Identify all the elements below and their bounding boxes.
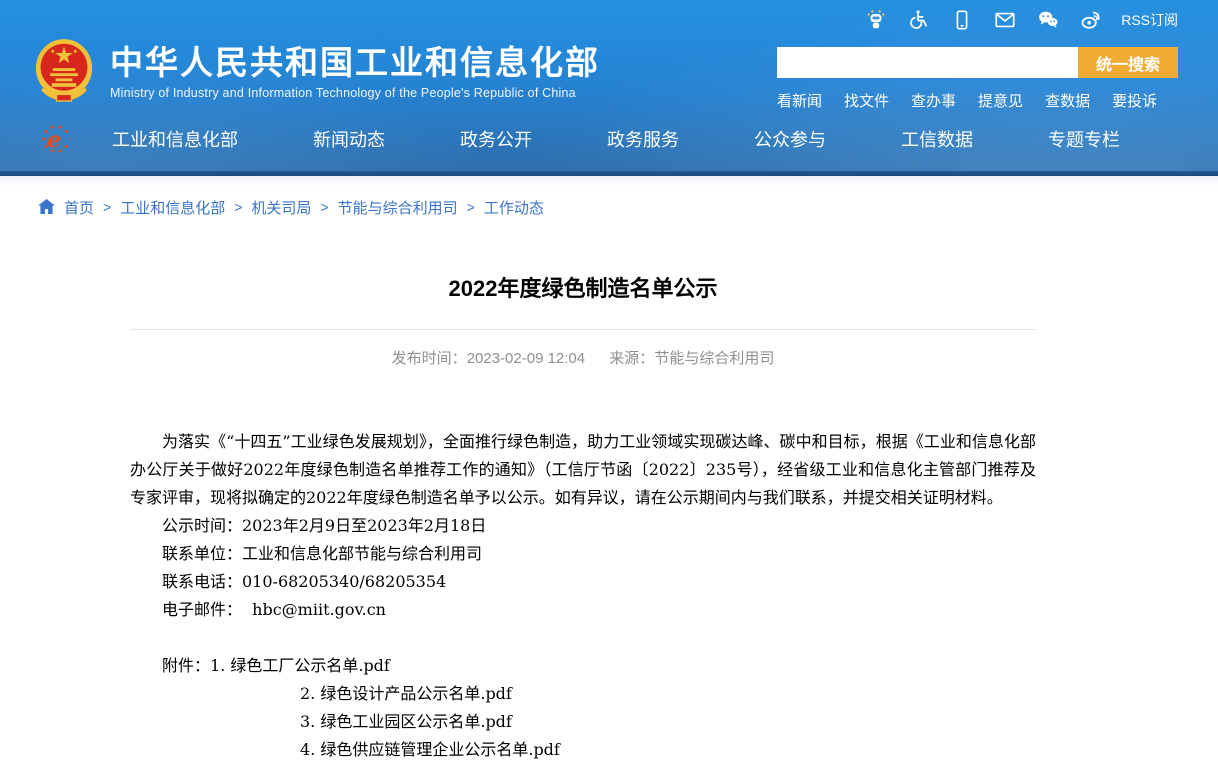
attachment-link-2[interactable]: 2. 绿色设计产品公示名单.pdf: [130, 680, 1036, 708]
nav-item-gov-services[interactable]: 政务服务: [607, 126, 679, 152]
page: RSS订阅: [0, 0, 1218, 764]
accessibility-icon[interactable]: [908, 9, 930, 31]
robot-assistant-icon[interactable]: [865, 9, 887, 31]
nav-item-gov-affairs[interactable]: 政务公开: [460, 126, 532, 152]
quick-link-services[interactable]: 查办事: [911, 90, 956, 111]
main-nav: e 工业和信息化部 新闻动态 政务公开 政务服务 公众参与 工信数据 专题专栏: [34, 113, 1178, 165]
attachment-link-1[interactable]: 附件：1. 绿色工厂公示名单.pdf: [130, 652, 1036, 680]
page-title: 2022年度绿色制造名单公示: [130, 271, 1036, 303]
quick-links: 看新闻 找文件 查办事 提意见 查数据 要投诉: [777, 90, 1178, 111]
nav-item-news[interactable]: 新闻动态: [313, 126, 385, 152]
breadcrumb-separator: >: [467, 199, 475, 215]
article-meta: 发布时间：2023-02-09 12:04 来源：节能与综合利用司: [130, 347, 1036, 368]
mail-icon[interactable]: [994, 9, 1016, 31]
breadcrumb-separator: >: [320, 199, 328, 215]
quick-link-suggestions[interactable]: 提意见: [978, 90, 1023, 111]
topbar: RSS订阅: [34, 0, 1178, 31]
nav-item-special-topics[interactable]: 专题专栏: [1048, 126, 1120, 152]
search-area: 统一搜索 看新闻 找文件 查办事 提意见 查数据 要投诉: [777, 33, 1178, 111]
site-title: 中华人民共和国工业和信息化部: [110, 44, 600, 82]
wechat-icon[interactable]: [1037, 9, 1059, 31]
quick-link-documents[interactable]: 找文件: [844, 90, 889, 111]
national-emblem-icon: [34, 37, 94, 108]
attachment-link-3[interactable]: 3. 绿色工业园区公示名单.pdf: [130, 708, 1036, 736]
article: 2022年度绿色制造名单公示 发布时间：2023-02-09 12:04 来源：…: [130, 271, 1036, 764]
breadcrumb-miit[interactable]: 工业和信息化部: [120, 197, 225, 218]
quick-link-complaints[interactable]: 要投诉: [1112, 90, 1157, 111]
breadcrumb: 首页 > 工业和信息化部 > 机关司局 > 节能与综合利用司 > 工作动态: [0, 185, 1218, 229]
breadcrumb-current: 工作动态: [484, 197, 544, 218]
contact-phone-line: 联系电话：010-68205340/68205354: [130, 568, 1036, 596]
quick-link-news[interactable]: 看新闻: [777, 90, 822, 111]
svg-text:e: e: [47, 127, 61, 153]
publicity-period-line: 公示时间：2023年2月9日至2023年2月18日: [130, 512, 1036, 540]
nav-item-miit[interactable]: 工业和信息化部: [112, 126, 238, 152]
article-body: 为落实《“十四五”工业绿色发展规划》，全面推行绿色制造，助力工业领域实现碳达峰、…: [130, 428, 1036, 764]
contact-unit-line: 联系单位：工业和信息化部节能与综合利用司: [130, 540, 1036, 568]
attachments: 附件：1. 绿色工厂公示名单.pdf 2. 绿色设计产品公示名单.pdf 3. …: [130, 652, 1036, 764]
breadcrumb-home[interactable]: 首页: [64, 197, 94, 218]
rss-link[interactable]: RSS订阅: [1121, 10, 1178, 30]
site-header: RSS订阅: [0, 0, 1218, 171]
mobile-icon[interactable]: [951, 9, 973, 31]
nav-item-mii-data[interactable]: 工信数据: [901, 126, 973, 152]
breadcrumb-separator: >: [103, 199, 111, 215]
publish-time-value: 2023-02-09 12:04: [467, 350, 585, 367]
publish-time-label: 发布时间：: [392, 350, 467, 367]
search-input[interactable]: [777, 47, 1078, 78]
breadcrumb-departments[interactable]: 机关司局: [251, 197, 311, 218]
site-subtitle: Ministry of Industry and Information Tec…: [110, 86, 600, 100]
unified-search-button[interactable]: 统一搜索: [1078, 47, 1178, 78]
breadcrumb-separator: >: [234, 199, 242, 215]
header-gap: [0, 176, 1218, 185]
miit-logo-icon: e: [38, 121, 74, 157]
quick-link-data[interactable]: 查数据: [1045, 90, 1090, 111]
breadcrumb-energy-dept[interactable]: 节能与综合利用司: [338, 197, 458, 218]
source-label: 来源：: [609, 350, 654, 367]
article-paragraph: 为落实《“十四五”工业绿色发展规划》，全面推行绿色制造，助力工业领域实现碳达峰、…: [130, 428, 1036, 512]
home-icon[interactable]: [38, 199, 55, 214]
weibo-icon[interactable]: [1080, 9, 1102, 31]
nav-item-public-participation[interactable]: 公众参与: [754, 126, 826, 152]
attachment-link-4[interactable]: 4. 绿色供应链管理企业公示名单.pdf: [130, 736, 1036, 764]
brand: 中华人民共和国工业和信息化部 Ministry of Industry and …: [34, 33, 600, 111]
contact-email-line: 电子邮件： hbc@miit.gov.cn: [130, 596, 1036, 624]
title-divider: [130, 329, 1036, 330]
source-value: 节能与综合利用司: [654, 350, 774, 367]
